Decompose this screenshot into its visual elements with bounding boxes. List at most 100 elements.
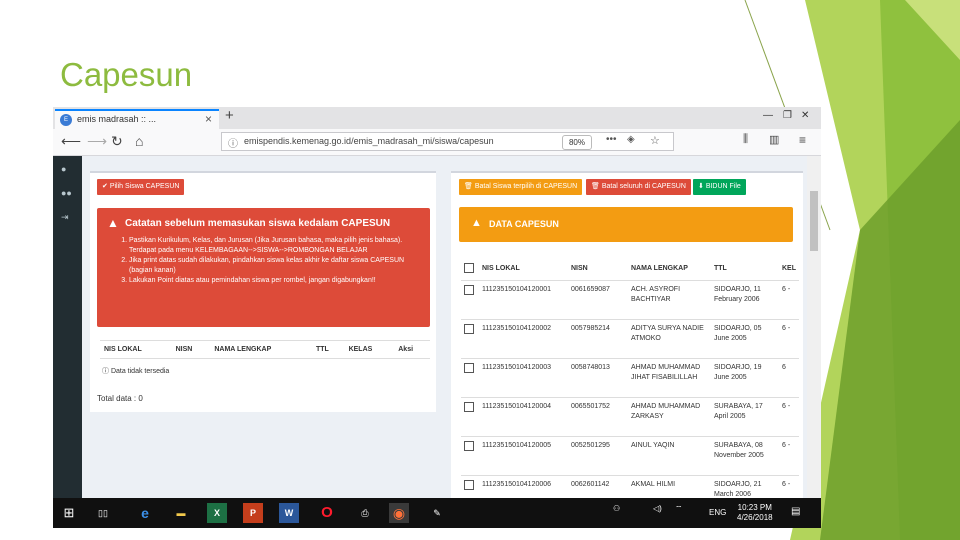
column-header[interactable]: KEL [779, 257, 799, 281]
cancel-selected-button[interactable]: 🗑 Batal Siswa terpilih di CAPESUN [459, 179, 583, 195]
alert-list: Pastikan Kurikulum, Kelas, dan Jurusan (… [119, 236, 419, 286]
column-header[interactable]: NAMA LENGKAP [210, 340, 312, 359]
ttl-cell: SIDOARJO, 05 June 2005 [711, 319, 779, 359]
nisn-cell: 0065501752 [568, 397, 628, 437]
reload-icon[interactable]: ↻ [111, 133, 123, 150]
start-icon[interactable]: ⊞ [59, 503, 79, 523]
url-text[interactable]: emispendis.kemenag.go.id/emis_madrasah_m… [244, 136, 494, 146]
printer-icon[interactable]: ⎙ [355, 503, 375, 523]
column-header[interactable]: KELAS [344, 340, 395, 359]
language-indicator[interactable]: ENG [709, 508, 726, 517]
bookmark-star-icon[interactable]: ☆ [650, 134, 660, 147]
firefox-icon[interactable]: ◉ [389, 503, 409, 523]
info-icon[interactable]: ⓘ [228, 135, 238, 150]
paint-icon[interactable]: ✎ [427, 503, 447, 523]
alert-item: Lakukan Point diatas atau pemindahan sis… [129, 276, 419, 286]
browser-tab[interactable]: E emis madrasah :: ... × [55, 109, 219, 129]
capesun-table: NIS LOKAL NISN NAMA LENGKAP TTL KEL 1112… [461, 257, 799, 515]
row-checkbox[interactable] [464, 324, 474, 334]
restore-icon[interactable]: ❐ [783, 110, 792, 121]
table-row[interactable]: 111235150104120005 0052501295 AINUL YAQI… [461, 436, 799, 476]
notification-icon[interactable]: ▤ [791, 506, 800, 517]
column-header[interactable]: NAMA LENGKAP [628, 257, 711, 281]
pocket-icon[interactable]: ◈ [627, 134, 635, 145]
page-scrollbar[interactable] [807, 156, 821, 498]
close-icon[interactable]: ✕ [801, 110, 809, 121]
edge-icon[interactable]: e [135, 503, 155, 523]
ttl-cell: SIDOARJO, 11 February 2006 [711, 280, 779, 320]
sidebar-toggle-icon[interactable]: ▥ [769, 133, 779, 146]
people-icon[interactable]: ⚇ [613, 504, 620, 513]
class-cell: 6 - [779, 280, 799, 320]
nis-cell: 111235150104120004 [479, 397, 568, 437]
clock[interactable]: 10:23 PM 4/26/2018 [737, 503, 773, 523]
row-checkbox[interactable] [464, 402, 474, 412]
table-row[interactable]: 111235150104120001 0061659087 ACH. ASYRO… [461, 280, 799, 320]
emis-favicon-icon: E [60, 114, 72, 126]
row-checkbox[interactable] [464, 441, 474, 451]
cancel-selected-label: Batal Siswa terpilih di CAPESUN [474, 183, 578, 190]
home-icon[interactable]: ⌂ [135, 133, 143, 149]
close-tab-icon[interactable]: × [205, 112, 212, 126]
total-count: Total data : 0 [97, 394, 143, 403]
empty-text: Data tidak tersedia [110, 368, 170, 375]
volume-icon[interactable]: ◁) [653, 504, 662, 513]
forward-icon[interactable]: ⟶ [87, 133, 107, 150]
user-icon[interactable]: ● [61, 164, 66, 174]
opera-icon[interactable]: O [317, 503, 337, 523]
row-checkbox[interactable] [464, 480, 474, 490]
select-all-checkbox[interactable] [464, 262, 474, 273]
excel-icon[interactable]: X [207, 503, 227, 523]
minimize-icon[interactable]: — [763, 110, 773, 121]
browser-screenshot: E emis madrasah :: ... × + — ❐ ✕ ⟵ ⟶ ↻ ⌂… [53, 107, 821, 528]
column-header[interactable]: NISN [568, 257, 628, 281]
word-icon[interactable]: W [279, 503, 299, 523]
alert-item: Jika print datas sudah dilakukan, pindah… [129, 256, 419, 276]
nis-cell: 111235150104120003 [479, 358, 568, 398]
logout-icon[interactable]: ⇥ [61, 212, 69, 223]
column-header[interactable]: NIS LOKAL [479, 257, 568, 281]
selected-students-table: NIS LOKAL NISN NAMA LENGKAP TTL KELAS Ak… [100, 340, 430, 359]
nis-cell: 111235150104120005 [479, 436, 568, 476]
url-bar[interactable]: ⓘ emispendis.kemenag.go.id/emis_madrasah… [221, 132, 674, 151]
task-view-icon[interactable]: ▯▯ [93, 503, 113, 523]
download-file-button[interactable]: ⬇ BIDUN File [693, 179, 746, 195]
zoom-level[interactable]: 80% [562, 135, 592, 150]
powerpoint-icon[interactable]: P [243, 503, 263, 523]
nisn-cell: 0057985214 [568, 319, 628, 359]
menu-icon[interactable]: ≡ [799, 133, 806, 147]
row-checkbox[interactable] [464, 363, 474, 373]
new-tab-icon[interactable]: + [225, 107, 234, 124]
column-header[interactable]: NIS LOKAL [100, 340, 172, 359]
row-checkbox[interactable] [464, 285, 474, 295]
back-icon[interactable]: ⟵ [61, 133, 81, 150]
file-explorer-icon[interactable]: ▬ [171, 503, 191, 523]
alert-title: Catatan sebelum memasukan siswa kedalam … [125, 218, 391, 229]
name-cell: ACH. ASYROFI BACHTIYAR [628, 280, 711, 320]
slide-title: Capesun [60, 56, 193, 93]
column-header[interactable]: TTL [711, 257, 779, 281]
table-row[interactable]: 111235150104120004 0065501752 AHMAD MUHA… [461, 397, 799, 437]
notes-alert: ▲ Catatan sebelum memasukan siswa kedala… [97, 208, 430, 327]
clock-date: 4/26/2018 [737, 513, 773, 522]
class-cell: 6 - [779, 397, 799, 437]
name-cell: AHMAD MUHAMMAD JIHAT FISABILILLAH [628, 358, 711, 398]
column-header[interactable]: TTL [311, 340, 345, 359]
cancel-all-label: Batal seluruh di CAPESUN [601, 183, 686, 190]
empty-message: ⓘ Data tidak tersedia [102, 366, 169, 376]
cancel-all-button[interactable]: 🗑 Batal seluruh di CAPESUN [586, 179, 691, 195]
pick-students-button[interactable]: ✔ Pilih Siswa CAPESUN [97, 179, 185, 195]
scroll-thumb[interactable] [810, 191, 818, 251]
info-icon: ⓘ [102, 368, 111, 375]
network-icon[interactable]: ⌔ [675, 504, 683, 514]
column-header[interactable]: NISN [171, 340, 211, 359]
library-icon[interactable]: ⫼ [743, 133, 748, 146]
table-row[interactable]: 111235150104120002 0057985214 ADITYA SUR… [461, 319, 799, 359]
ttl-cell: SURABAYA, 17 April 2005 [711, 397, 779, 437]
page-actions-icon[interactable]: ••• [606, 134, 617, 145]
tab-title: emis madrasah :: ... [77, 114, 157, 124]
table-row[interactable]: 111235150104120003 0058748013 AHMAD MUHA… [461, 358, 799, 398]
ttl-cell: SIDOARJO, 19 June 2005 [711, 358, 779, 398]
alert-item: Pastikan Kurikulum, Kelas, dan Jurusan (… [129, 236, 419, 256]
users-icon[interactable]: ●● [61, 188, 72, 198]
